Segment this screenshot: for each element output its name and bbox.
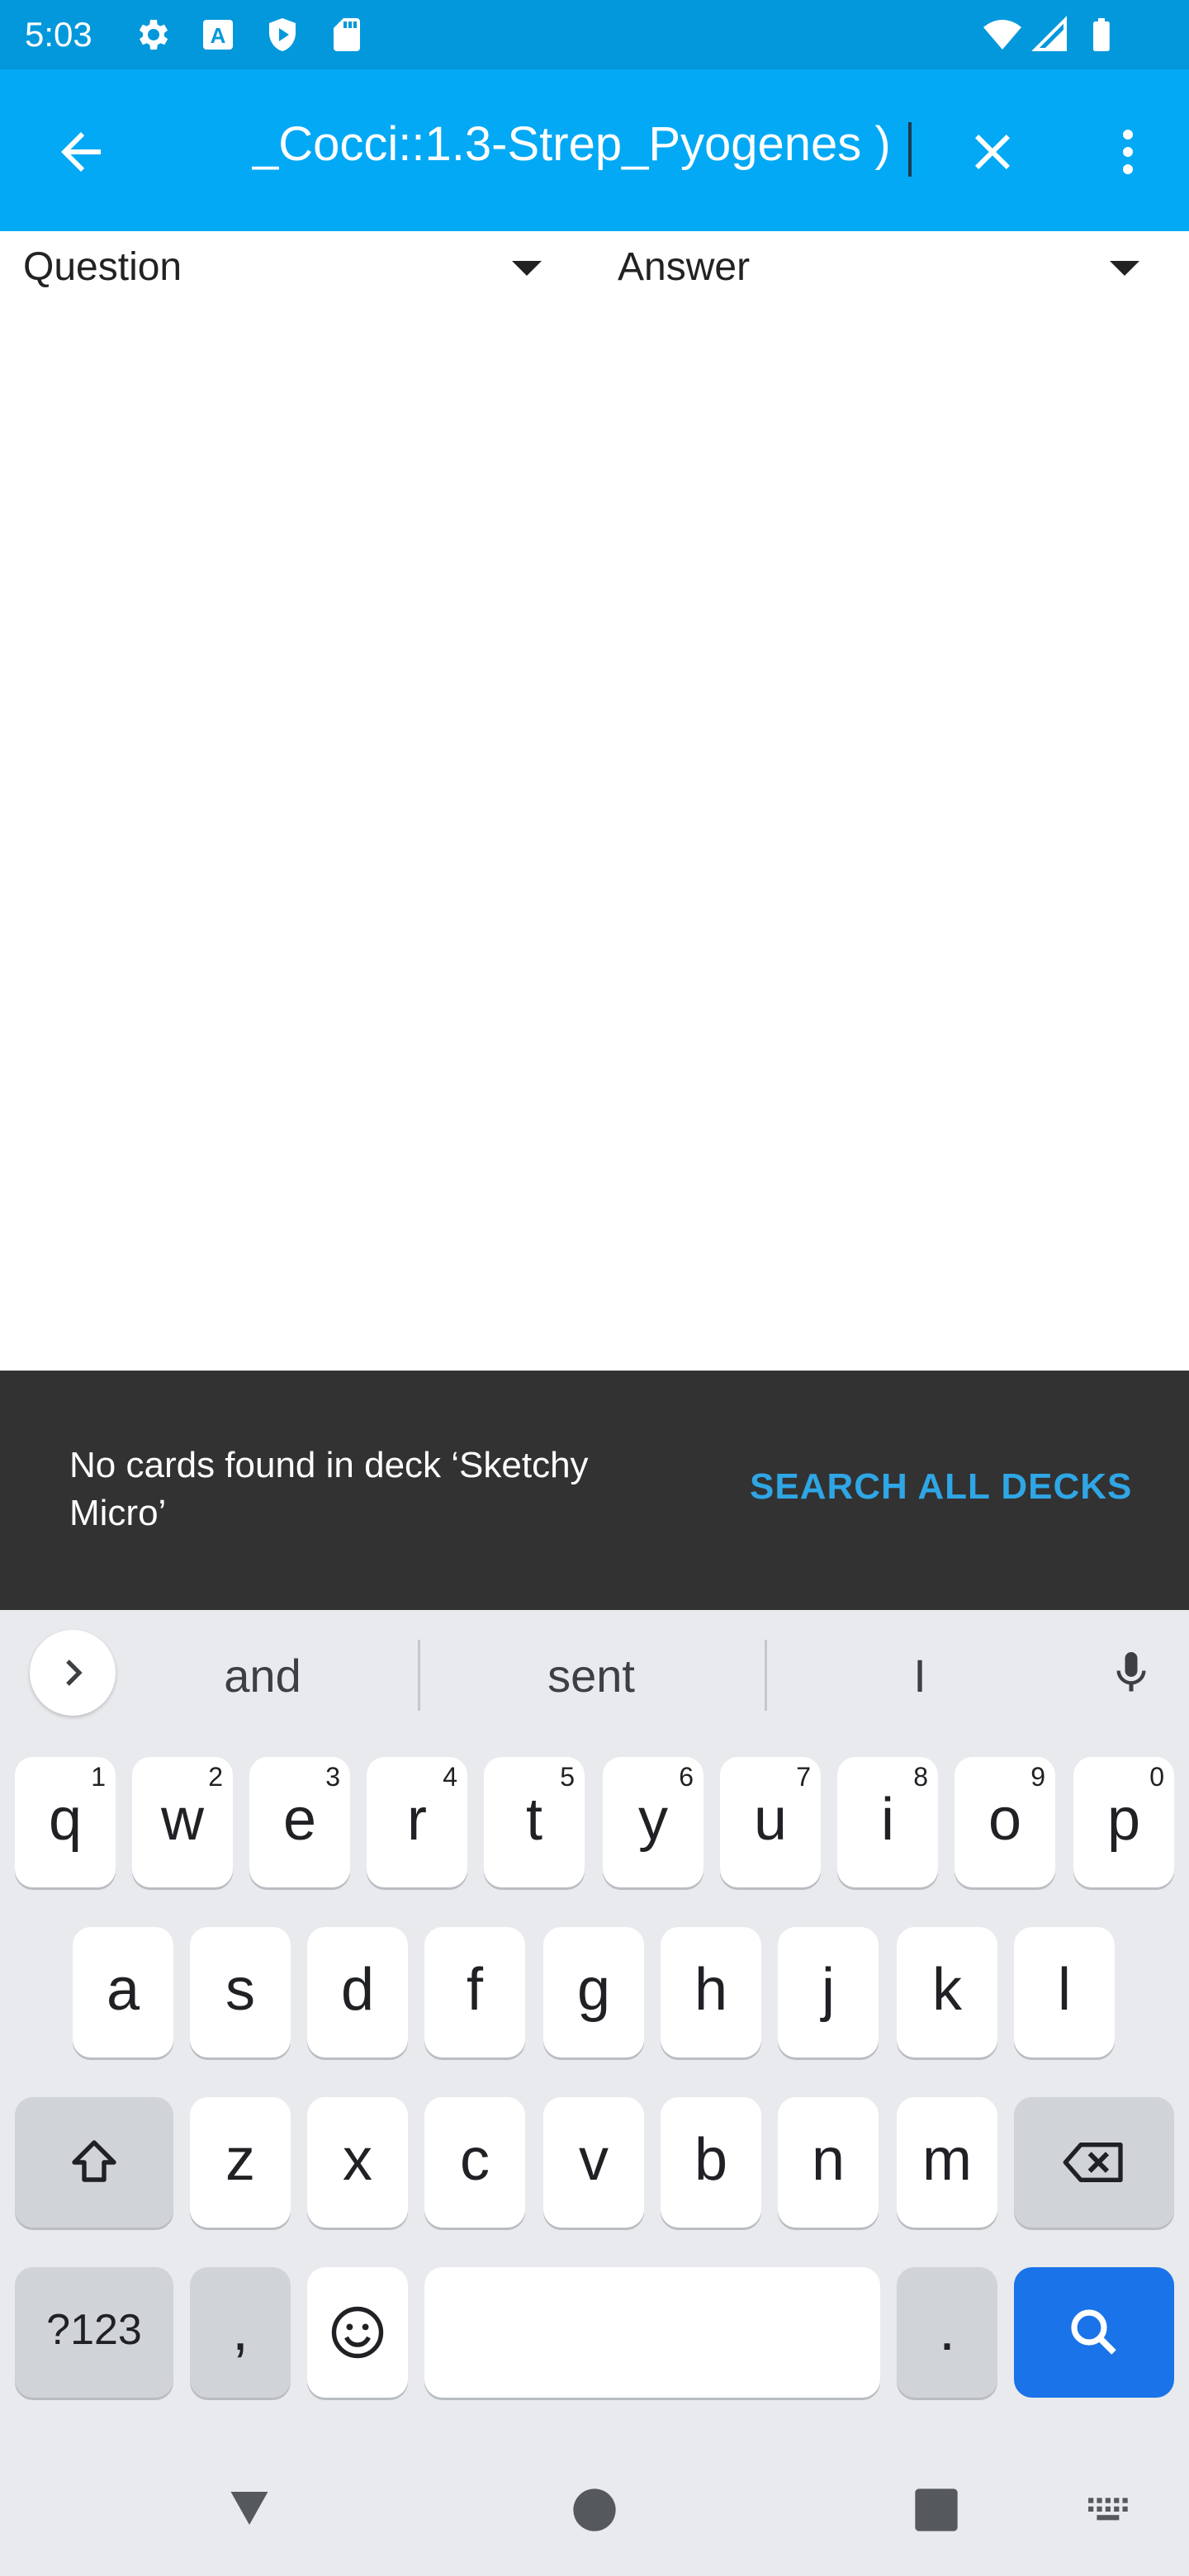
key-u[interactable]: u7 <box>720 1757 821 1887</box>
battery-icon <box>1093 18 1110 51</box>
text-cursor <box>908 122 912 177</box>
suggestion-1[interactable]: and <box>155 1643 370 1709</box>
overflow-menu-icon[interactable] <box>1098 122 1158 182</box>
key-m[interactable]: m <box>897 2097 997 2228</box>
snackbar-message: No cards found in deck ‘Sketchy Micro’ <box>69 1445 589 1533</box>
key-x[interactable]: x <box>307 2097 408 2228</box>
suggestion-2[interactable]: sent <box>484 1643 699 1709</box>
accessibility-a-icon: A <box>203 20 233 50</box>
chevron-right-icon <box>66 1660 83 1686</box>
key-o[interactable]: o9 <box>955 1757 1055 1887</box>
key-y[interactable]: y6 <box>603 1757 703 1887</box>
emoji-smiley-icon <box>331 2306 384 2359</box>
key-n[interactable]: n <box>778 2097 879 2228</box>
key-k[interactable]: k <box>897 1927 997 2057</box>
key-i[interactable]: i8 <box>837 1757 938 1887</box>
period-key[interactable]: . <box>897 2267 997 2398</box>
search-input[interactable]: _Cocci::1.3-Strep_Pyogenes ) <box>252 111 912 178</box>
nav-back-triangle-icon[interactable] <box>223 2484 276 2533</box>
symbols-key[interactable]: ?123 <box>15 2267 173 2398</box>
emoji-key[interactable] <box>307 2267 408 2398</box>
key-v[interactable]: v <box>543 2097 644 2228</box>
suggestion-divider <box>765 1640 767 1711</box>
key-t[interactable]: t5 <box>484 1757 585 1887</box>
key-c[interactable]: c <box>424 2097 525 2228</box>
key-f[interactable]: f <box>424 1927 525 2057</box>
search-icon <box>1071 2309 1116 2355</box>
question-column-dropdown[interactable] <box>500 248 550 289</box>
cell-signal-icon <box>1031 16 1067 51</box>
soft-keyboard: and sent I q1 w2 e3 r4 t5 y6 u7 i8 o9 p0… <box>0 1610 1189 2576</box>
key-d[interactable]: d <box>307 1927 408 2057</box>
key-h[interactable]: h <box>661 1927 761 2057</box>
space-bar[interactable] <box>424 2267 880 2398</box>
key-a[interactable]: a <box>73 1927 173 2057</box>
backspace-key[interactable] <box>1014 2097 1174 2228</box>
nav-home-circle-icon[interactable] <box>571 2487 618 2533</box>
back-arrow-icon[interactable] <box>51 122 111 182</box>
microphone-icon[interactable] <box>1106 1648 1156 1698</box>
play-protect-icon <box>269 18 296 51</box>
search-action-key[interactable] <box>1014 2267 1174 2398</box>
key-e[interactable]: e3 <box>249 1757 350 1887</box>
key-z[interactable]: z <box>190 2097 291 2228</box>
backspace-icon <box>1063 2143 1123 2182</box>
keyboard-switcher-icon[interactable] <box>1087 2495 1135 2528</box>
status-bar: 5:03 A <box>0 0 1189 69</box>
key-g[interactable]: g <box>543 1927 644 2057</box>
shift-arrow-icon <box>72 2140 116 2182</box>
key-q[interactable]: q1 <box>15 1757 116 1887</box>
dropdown-caret-icon <box>1110 261 1139 276</box>
shift-key[interactable] <box>15 2097 173 2228</box>
key-j[interactable]: j <box>778 1927 879 2057</box>
suggestion-3[interactable]: I <box>812 1643 1027 1709</box>
question-column-label[interactable]: Question <box>23 238 182 297</box>
key-l[interactable]: l <box>1014 1927 1115 2057</box>
dropdown-caret-icon <box>512 261 542 276</box>
nav-recents-square-icon[interactable] <box>913 2487 959 2533</box>
wifi-icon <box>983 20 1021 50</box>
status-time: 5:03 <box>25 15 92 54</box>
search-all-decks-button[interactable]: SEARCH ALL DECKS <box>750 1463 1132 1511</box>
suggestion-divider <box>418 1640 420 1711</box>
clear-search-icon[interactable] <box>963 122 1022 182</box>
key-r[interactable]: r4 <box>367 1757 467 1887</box>
snackbar: No cards found in deck ‘Sketchy Micro’ S… <box>0 1371 1189 1610</box>
answer-column-label[interactable]: Answer <box>618 238 750 297</box>
app-bar: _Cocci::1.3-Strep_Pyogenes ) <box>0 69 1189 231</box>
key-b[interactable]: b <box>661 2097 761 2228</box>
comma-key[interactable]: , <box>190 2267 291 2398</box>
settings-gear-icon <box>139 20 168 50</box>
svg-text:A: A <box>211 23 226 48</box>
sd-card-icon <box>334 18 360 51</box>
key-p[interactable]: p0 <box>1073 1757 1174 1887</box>
key-s[interactable]: s <box>190 1927 291 2057</box>
answer-column-dropdown[interactable] <box>1098 248 1148 289</box>
key-w[interactable]: w2 <box>132 1757 233 1887</box>
suggestions-expand-button[interactable] <box>30 1630 116 1716</box>
